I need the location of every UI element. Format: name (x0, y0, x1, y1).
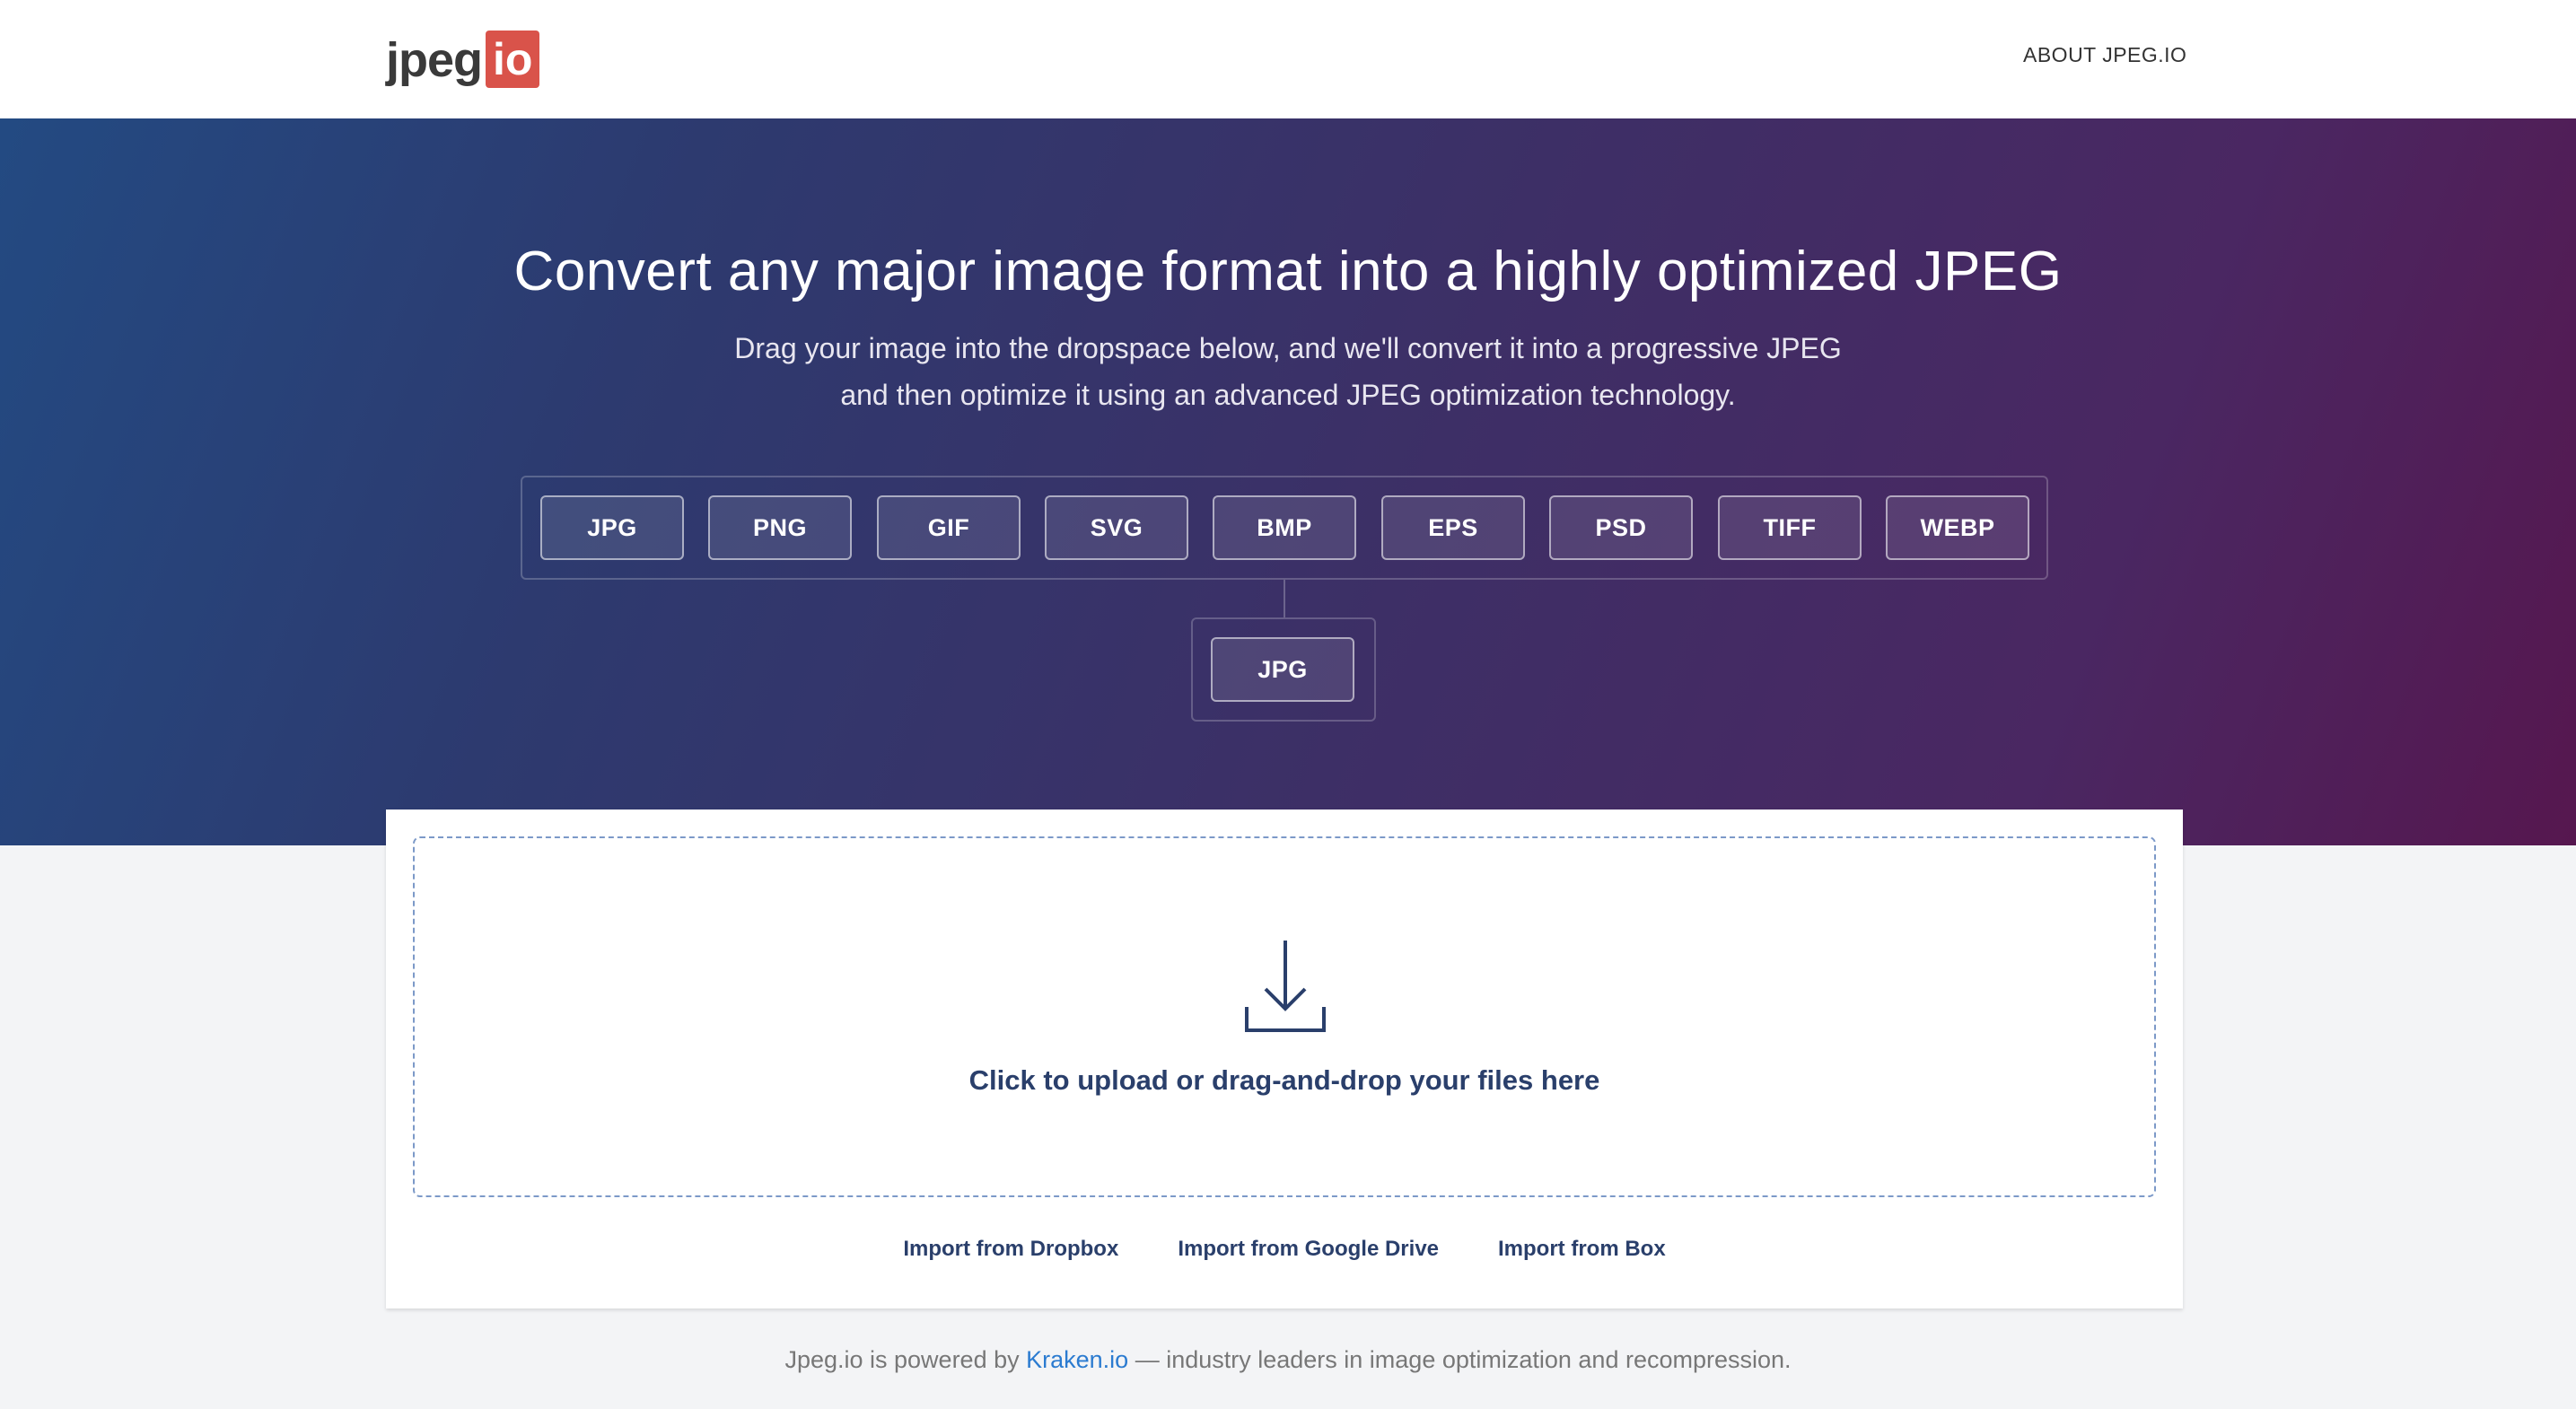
footer: Jpeg.io is powered by Kraken.io — indust… (0, 1346, 2576, 1374)
footer-text-after: — industry leaders in image optimization… (1128, 1346, 1792, 1373)
download-arrow-icon (1245, 941, 1326, 1032)
import-google-drive-link[interactable]: Import from Google Drive (1178, 1237, 1439, 1262)
format-svg[interactable]: SVG (1045, 495, 1188, 560)
import-links: Import from Dropbox Import from Google D… (386, 1237, 2183, 1262)
hero-subtitle-line2: and then optimize it using an advanced J… (840, 379, 1736, 411)
format-tiff[interactable]: TIFF (1718, 495, 1862, 560)
output-format-jpg[interactable]: JPG (1211, 637, 1354, 702)
upload-dropzone[interactable]: Click to upload or drag-and-drop your fi… (413, 836, 2156, 1197)
format-gif[interactable]: GIF (877, 495, 1021, 560)
header: jpeg io ABOUT JPEG.IO (0, 0, 2576, 118)
format-eps[interactable]: EPS (1381, 495, 1525, 560)
format-connector-line (1284, 580, 1285, 617)
upload-prompt: Click to upload or drag-and-drop your fi… (968, 1064, 1600, 1096)
about-link[interactable]: ABOUT JPEG.IO (2023, 43, 2186, 67)
output-format-box: JPG (1191, 617, 1376, 722)
logo-badge: io (486, 31, 540, 88)
hero-section: Convert any major image format into a hi… (0, 118, 2576, 845)
kraken-link[interactable]: Kraken.io (1026, 1346, 1128, 1373)
footer-text-before: Jpeg.io is powered by (784, 1346, 1027, 1373)
import-box-link[interactable]: Import from Box (1498, 1237, 1666, 1262)
import-dropbox-link[interactable]: Import from Dropbox (903, 1237, 1118, 1262)
hero-title: Convert any major image format into a hi… (513, 241, 2063, 302)
format-webp[interactable]: WEBP (1886, 495, 2029, 560)
input-formats-box: JPG PNG GIF SVG BMP EPS PSD TIFF WEBP (521, 476, 2048, 580)
upload-card: Click to upload or drag-and-drop your fi… (386, 810, 2183, 1308)
format-psd[interactable]: PSD (1549, 495, 1693, 560)
format-bmp[interactable]: BMP (1213, 495, 1356, 560)
logo-text: jpeg (386, 33, 483, 87)
logo[interactable]: jpeg io (386, 25, 540, 88)
format-jpg[interactable]: JPG (540, 495, 684, 560)
hero-subtitle-line1: Drag your image into the dropspace below… (734, 332, 1842, 364)
format-png[interactable]: PNG (708, 495, 852, 560)
